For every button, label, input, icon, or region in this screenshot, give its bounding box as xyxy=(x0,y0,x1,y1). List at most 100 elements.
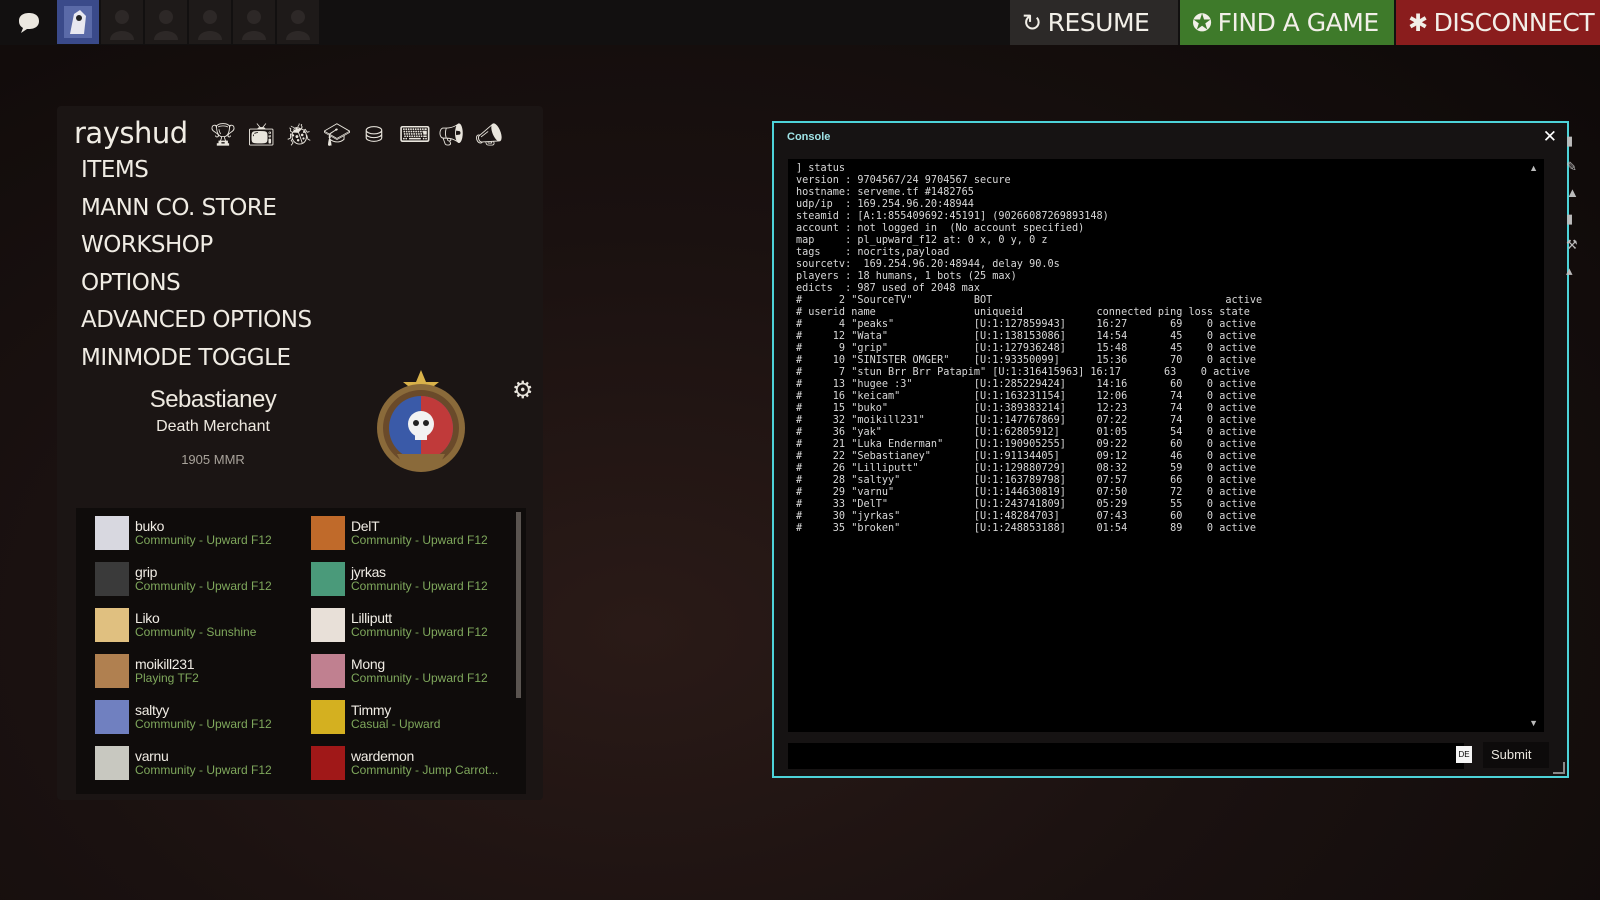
friend-item[interactable]: Liko Community - Sunshine xyxy=(95,604,305,644)
silhouette-icon xyxy=(154,10,178,40)
friend-status: Community - Jump Carrot... xyxy=(351,763,499,777)
language-indicator: DE xyxy=(1456,746,1472,763)
silhouette-icon xyxy=(198,10,222,40)
friend-item[interactable]: buko Community - Upward F12 xyxy=(95,512,305,552)
bullhorn-icon[interactable]: 📣︎ xyxy=(475,122,503,148)
close-icon[interactable]: ✕ xyxy=(1543,127,1557,147)
rank-medal-icon[interactable] xyxy=(373,368,469,476)
find-a-game-label: FIND A GAME xyxy=(1217,8,1380,37)
avatar xyxy=(64,6,92,38)
friend-name: varnu xyxy=(135,748,169,764)
friend-status: Casual - Upward xyxy=(351,717,441,731)
edge-icon[interactable]: ▲ xyxy=(1566,180,1586,206)
friend-item[interactable]: wardemon Community - Jump Carrot... xyxy=(311,742,521,782)
graduation-cap-icon[interactable]: 🎓︎ xyxy=(323,122,351,148)
friend-name: DelT xyxy=(351,518,380,534)
gear-icon[interactable]: ⚙ xyxy=(512,376,534,405)
chat-icon[interactable] xyxy=(16,10,42,36)
avatar xyxy=(95,746,129,780)
menu-item-workshop[interactable]: WORKSHOP xyxy=(81,227,312,265)
menu-item-minmode-toggle[interactable]: MINMODE TOGGLE xyxy=(81,340,312,378)
friend-item[interactable]: Mong Community - Upward F12 xyxy=(311,650,521,690)
resume-button[interactable]: ↻ RESUME xyxy=(1010,0,1178,45)
resume-label: RESUME xyxy=(1047,8,1150,37)
bug-icon[interactable]: 🐞︎ xyxy=(285,122,313,148)
avatar xyxy=(95,608,129,642)
party-slot-empty[interactable] xyxy=(101,0,143,44)
friend-item[interactable]: varnu Community - Upward F12 xyxy=(95,742,305,782)
top-bar: ↻ RESUME ✪ FIND A GAME ✱ DISCONNECT xyxy=(0,0,1600,45)
tv-icon[interactable]: 📺︎ xyxy=(247,122,275,148)
tool-icons: 🏆︎ 📺︎ 🐞︎ 🎓︎ ⛁ ⌨ 📢︎ 📣︎ xyxy=(209,122,503,148)
hud-brand: rayshud xyxy=(74,116,188,150)
avatar xyxy=(311,516,345,550)
friend-item[interactable]: jyrkas Community - Upward F12 xyxy=(311,558,521,598)
disconnect-label: DISCONNECT xyxy=(1433,8,1595,37)
silhouette-icon xyxy=(286,10,310,40)
friend-name: moikill231 xyxy=(135,656,195,672)
menu-item-items[interactable]: ITEMS xyxy=(81,152,312,190)
database-add-icon[interactable]: ⛁ xyxy=(361,122,387,148)
friend-name: Mong xyxy=(351,656,385,672)
friend-status: Community - Upward F12 xyxy=(135,579,272,593)
console-input[interactable] xyxy=(788,743,1464,769)
friend-status: Community - Upward F12 xyxy=(351,671,488,685)
party-slot-self[interactable] xyxy=(57,0,99,44)
friend-name: grip xyxy=(135,564,158,580)
find-game-icon: ✪ xyxy=(1192,8,1212,37)
submit-button[interactable]: Submit xyxy=(1483,742,1549,768)
avatar xyxy=(311,562,345,596)
terminal-icon[interactable]: ⌨ xyxy=(399,122,431,148)
profile-mmr: 1905 MMR xyxy=(181,452,245,467)
profile-name: Sebastianey xyxy=(149,386,277,413)
disconnect-icon: ✱ xyxy=(1408,8,1428,37)
friends-list: buko Community - Upward F12 DelT Communi… xyxy=(76,508,526,794)
edge-icon[interactable]: ⚒ xyxy=(1566,232,1586,258)
console-window: Console ✕ ] status version : 9704567/24 … xyxy=(772,121,1569,778)
console-output[interactable]: ] status version : 9704567/24 9704567 se… xyxy=(788,159,1544,732)
party-slot-empty[interactable] xyxy=(233,0,275,44)
avatar xyxy=(311,608,345,642)
party-slot-empty[interactable] xyxy=(189,0,231,44)
party-slot-empty[interactable] xyxy=(277,0,319,44)
friend-item[interactable]: moikill231 Playing TF2 xyxy=(95,650,305,690)
friend-item[interactable]: grip Community - Upward F12 xyxy=(95,558,305,598)
megaphone-icon[interactable]: 📢︎ xyxy=(437,122,465,148)
resize-grip-icon[interactable] xyxy=(1553,762,1565,774)
edge-icon[interactable]: ✎ xyxy=(1566,154,1586,180)
party-slot-empty[interactable] xyxy=(145,0,187,44)
offscreen-icons: ▮ ✎ ▲ ▮ ⚒ ▴ xyxy=(1566,128,1586,284)
edge-icon[interactable]: ▮ xyxy=(1566,206,1586,232)
disconnect-button[interactable]: ✱ DISCONNECT xyxy=(1396,0,1600,45)
friend-item[interactable]: Lilliputt Community - Upward F12 xyxy=(311,604,521,644)
friend-name: Timmy xyxy=(351,702,391,718)
console-title: Console xyxy=(787,131,831,143)
friend-status: Community - Upward F12 xyxy=(351,533,488,547)
main-menu-panel: rayshud 🏆︎ 📺︎ 🐞︎ 🎓︎ ⛁ ⌨ 📢︎ 📣︎ ITEMS MANN… xyxy=(57,106,543,800)
silhouette-icon xyxy=(110,10,134,40)
friend-status: Community - Upward F12 xyxy=(351,579,488,593)
menu-item-advanced-options[interactable]: ADVANCED OPTIONS xyxy=(81,302,312,340)
friend-item[interactable]: saltyy Community - Upward F12 xyxy=(95,696,305,736)
trophy-icon[interactable]: 🏆︎ xyxy=(209,122,237,148)
friend-item[interactable]: DelT Community - Upward F12 xyxy=(311,512,521,552)
scroll-up-icon[interactable]: ▲ xyxy=(1529,163,1538,173)
avatar xyxy=(311,746,345,780)
edge-icon[interactable]: ▴ xyxy=(1566,258,1586,284)
avatar xyxy=(95,516,129,550)
find-a-game-button[interactable]: ✪ FIND A GAME xyxy=(1180,0,1394,45)
silhouette-icon xyxy=(242,10,266,40)
edge-icon[interactable]: ▮ xyxy=(1566,128,1586,154)
scroll-down-icon[interactable]: ▼ xyxy=(1529,718,1538,728)
friend-item[interactable]: Timmy Casual - Upward xyxy=(311,696,521,736)
avatar xyxy=(95,700,129,734)
friend-status: Community - Upward F12 xyxy=(135,763,272,777)
main-menu: ITEMS MANN CO. STORE WORKSHOP OPTIONS AD… xyxy=(81,152,312,377)
menu-item-store[interactable]: MANN CO. STORE xyxy=(81,190,312,228)
friend-status: Community - Upward F12 xyxy=(351,625,488,639)
avatar xyxy=(311,700,345,734)
avatar xyxy=(95,654,129,688)
friend-name: jyrkas xyxy=(351,564,386,580)
avatar xyxy=(95,562,129,596)
menu-item-options[interactable]: OPTIONS xyxy=(81,265,312,303)
